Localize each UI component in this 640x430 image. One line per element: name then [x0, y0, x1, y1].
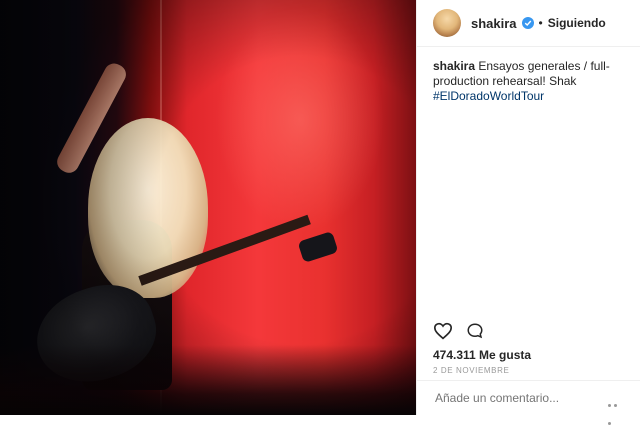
likes-count[interactable]: 474.311 Me gusta	[433, 348, 531, 362]
post-header: shakira • Siguiendo	[417, 0, 640, 47]
caption-username[interactable]: shakira	[433, 59, 475, 73]
post-info-pane: shakira • Siguiendo shakira Ensayos gene…	[416, 0, 640, 425]
avatar[interactable]	[433, 9, 461, 37]
heart-icon[interactable]	[433, 322, 453, 340]
speech-bubble-icon[interactable]	[465, 322, 485, 340]
hashtag-link[interactable]: #ElDoradoWorldTour	[433, 89, 544, 103]
comment-bar	[417, 380, 640, 425]
ellipsis-icon[interactable]	[608, 394, 624, 425]
photo-vignette	[0, 0, 416, 415]
verified-badge-icon	[521, 17, 534, 29]
post-caption: shakira Ensayos generales / full-product…	[417, 47, 640, 116]
instagram-post: shakira • Siguiendo shakira Ensayos gene…	[0, 0, 640, 425]
post-date[interactable]: 2 DE NOVIEMBRE	[433, 366, 509, 375]
post-photo[interactable]	[0, 0, 416, 415]
username-link[interactable]: shakira	[471, 16, 517, 31]
post-actions	[433, 322, 485, 340]
comment-input[interactable]	[433, 390, 607, 406]
follow-button[interactable]: Siguiendo	[548, 16, 606, 30]
separator-dot: •	[538, 16, 543, 30]
